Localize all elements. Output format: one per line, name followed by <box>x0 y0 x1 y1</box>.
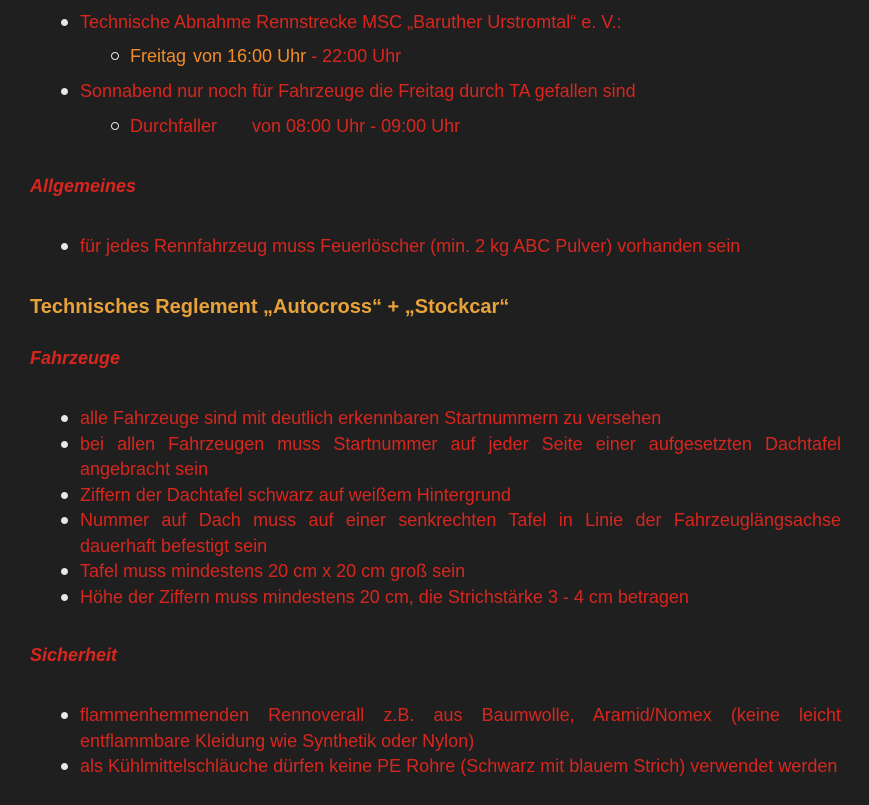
list-item-text: Tafel muss mindestens 20 cm x 20 cm groß… <box>80 561 466 581</box>
list-item: Tafel muss mindestens 20 cm x 20 cm groß… <box>30 559 841 585</box>
list-item: als Kühlmittelschläuche dürfen keine PE … <box>30 754 841 780</box>
heading-sicherheit: Sicherheit <box>30 645 118 665</box>
ta-sublist-2: Durchfaller von 08:00 Uhr - 09:00 Uhr <box>30 114 841 140</box>
list-item: Durchfaller von 08:00 Uhr - 09:00 Uhr <box>30 114 841 140</box>
list-item-text: alle Fahrzeuge sind mit deutlich erkennb… <box>80 408 662 428</box>
list-item: bei allen Fahrzeugen muss Startnummer au… <box>30 432 841 483</box>
durchfaller-label: Durchfaller <box>130 116 218 136</box>
list-item: Nummer auf Dach muss auf einer senkrecht… <box>30 508 841 559</box>
list-item: Höhe der Ziffern muss mindestens 20 cm, … <box>30 585 841 611</box>
ta-item-text: Technische Abnahme Rennstrecke MSC „Baru… <box>80 12 622 32</box>
time-end: - 22:00 Uhr <box>306 46 402 66</box>
ta-item-text: Sonnabend nur noch für Fahrzeuge die Fre… <box>80 81 636 101</box>
list-item-text: bei allen Fahrzeugen muss Startnummer au… <box>80 433 841 480</box>
heading-allgemeines: Allgemeines <box>30 176 137 196</box>
list-item: für jedes Rennfahrzeug muss Feuerlöscher… <box>30 234 841 260</box>
page-title: Technisches Reglement „Autocross“ + „Sto… <box>30 296 510 318</box>
list-item: Technische Abnahme Rennstrecke MSC „Baru… <box>30 10 841 36</box>
list-item-text: als Kühlmittelschläuche dürfen keine PE … <box>80 756 838 776</box>
ta-sublist-1: Freitag von 16:00 Uhr - 22:00 Uhr <box>30 44 841 70</box>
allgemeines-list: für jedes Rennfahrzeug muss Feuerlöscher… <box>30 234 841 260</box>
day-label-freitag: Freitag <box>130 46 187 66</box>
list-item-text: Ziffern der Dachtafel schwarz auf weißem… <box>80 484 511 505</box>
list-item-text: flammenhemmenden Rennoverall z.B. aus Ba… <box>80 705 841 751</box>
list-item: Freitag von 16:00 Uhr - 22:00 Uhr <box>30 44 841 70</box>
durchfaller-time: von 08:00 Uhr - 09:00 Uhr <box>252 116 461 136</box>
heading-fahrzeuge: Fahrzeuge <box>30 348 121 368</box>
list-item: alle Fahrzeuge sind mit deutlich erkennb… <box>30 406 841 432</box>
list-item-text: Höhe der Ziffern muss mindestens 20 cm, … <box>80 586 689 607</box>
fahrzeuge-list: alle Fahrzeuge sind mit deutlich erkennb… <box>30 406 841 610</box>
time-start: von 16:00 Uhr <box>193 46 307 66</box>
list-item-text: Nummer auf Dach muss auf einer senkrecht… <box>80 510 841 556</box>
list-item: flammenhemmenden Rennoverall z.B. aus Ba… <box>30 703 841 754</box>
ta-list: Technische Abnahme Rennstrecke MSC „Baru… <box>30 10 841 36</box>
sicherheit-list: flammenhemmenden Rennoverall z.B. aus Ba… <box>30 703 841 780</box>
list-item: Ziffern der Dachtafel schwarz auf weißem… <box>30 483 841 509</box>
list-item-text: für jedes Rennfahrzeug muss Feuerlöscher… <box>80 236 741 256</box>
list-item: Sonnabend nur noch für Fahrzeuge die Fre… <box>30 79 841 105</box>
ta-list-2: Sonnabend nur noch für Fahrzeuge die Fre… <box>30 79 841 105</box>
